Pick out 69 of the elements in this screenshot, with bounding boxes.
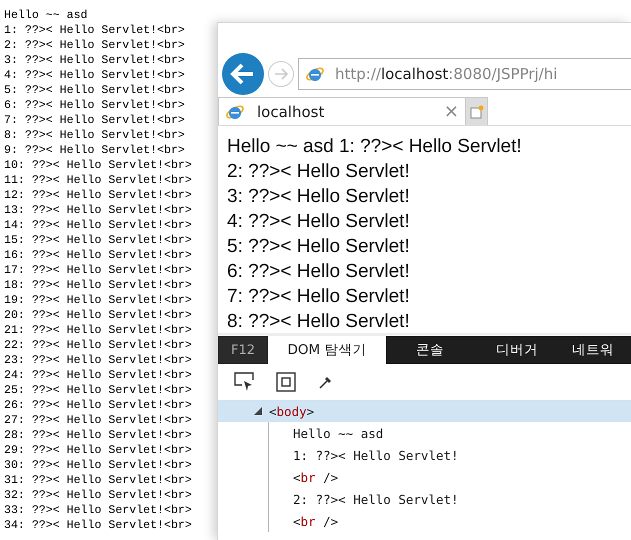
select-element-icon[interactable] [234, 372, 254, 392]
devtools-tab[interactable]: 디버거 [474, 336, 560, 364]
dom-tag: <br /> [293, 514, 338, 528]
output-line: 14: ??>< Hello Servlet!<br> [4, 218, 192, 233]
output-line: 2: ??>< Hello Servlet!<br> [4, 38, 185, 53]
output-line: 22: ??>< Hello Servlet!<br> [4, 338, 192, 353]
output-line: 28: ??>< Hello Servlet!<br> [4, 428, 192, 443]
expand-triangle-icon[interactable] [254, 407, 262, 415]
output-line: 13: ??>< Hello Servlet!<br> [4, 203, 192, 218]
page-text-line: Hello ~~ asd 1: ??>< Hello Servlet! [227, 135, 522, 159]
output-line: 20: ??>< Hello Servlet!<br> [4, 308, 192, 323]
output-line: Hello ~~ asd [4, 8, 88, 23]
output-line: 8: ??>< Hello Servlet!<br> [4, 128, 185, 143]
output-line: 11: ??>< Hello Servlet!<br> [4, 173, 192, 188]
dom-text-node[interactable]: Hello ~~ asd [293, 426, 384, 440]
dom-tree-row[interactable]: <br /> [269, 466, 631, 488]
output-line: 21: ??>< Hello Servlet!<br> [4, 323, 192, 338]
back-arrow-icon [230, 62, 256, 86]
output-line: 27: ??>< Hello Servlet!<br> [4, 413, 192, 428]
output-line: 4: ??>< Hello Servlet!<br> [4, 68, 185, 83]
devtools-tab[interactable]: 네트워 [560, 336, 626, 364]
output-line: 15: ??>< Hello Servlet!<br> [4, 233, 192, 248]
output-line: 32: ??>< Hello Servlet!<br> [4, 488, 192, 503]
browser-tab[interactable]: localhost × [218, 97, 466, 125]
dom-text-node[interactable]: 2: ??>< Hello Servlet! [293, 492, 459, 506]
page-text-line: 4: ??>< Hello Servlet! [227, 210, 410, 234]
output-line: 17: ??>< Hello Servlet!<br> [4, 263, 192, 278]
output-line: 10: ??>< Hello Servlet!<br> [4, 158, 192, 173]
address-field[interactable]: http://localhost:8080/JSPPrj/hi [298, 58, 631, 90]
output-line: 34: ??>< Hello Servlet!<br> [4, 518, 192, 533]
output-line: 25: ??>< Hello Servlet!<br> [4, 383, 192, 398]
output-line: 23: ??>< Hello Servlet!<br> [4, 353, 192, 368]
output-line: 19: ??>< Hello Servlet!<br> [4, 293, 192, 308]
dom-tag: <br /> [293, 470, 338, 484]
forward-arrow-icon [273, 67, 289, 81]
page-text-line: 2: ??>< Hello Servlet! [227, 160, 410, 184]
output-line: 24: ??>< Hello Servlet!<br> [4, 368, 192, 383]
devtools-tab[interactable]: 콘솔 [386, 336, 474, 364]
output-line: 9: ??>< Hello Servlet!<br> [4, 143, 185, 158]
output-line: 31: ??>< Hello Servlet!<br> [4, 473, 192, 488]
page-text-line: 3: ??>< Hello Servlet! [227, 185, 410, 209]
output-line: 30: ??>< Hello Servlet!<br> [4, 458, 192, 473]
devtools-tab[interactable]: DOM 탐색기 [268, 336, 386, 364]
dom-tag: <body> [269, 404, 314, 418]
output-line: 16: ??>< Hello Servlet!<br> [4, 248, 192, 263]
output-line: 18: ??>< Hello Servlet!<br> [4, 278, 192, 293]
new-tab-icon [470, 104, 484, 118]
output-line: 5: ??>< Hello Servlet!<br> [4, 83, 185, 98]
dom-tree-row[interactable]: <br /> [269, 510, 631, 532]
output-line: 1: ??>< Hello Servlet!<br> [4, 23, 185, 38]
page-text-line: 6: ??>< Hello Servlet! [227, 260, 410, 284]
output-line: 29: ??>< Hello Servlet!<br> [4, 443, 192, 458]
output-line: 3: ??>< Hello Servlet!<br> [4, 53, 185, 68]
page-text-line: 7: ??>< Hello Servlet! [227, 285, 410, 309]
dom-text-node[interactable]: 1: ??>< Hello Servlet! [293, 448, 459, 462]
f12-label: F12 [218, 336, 268, 364]
dom-tree-row[interactable]: <body> [218, 400, 631, 422]
close-tab-button[interactable]: × [444, 101, 465, 122]
box-model-icon[interactable] [276, 372, 296, 392]
eyedropper-icon[interactable] [318, 374, 334, 390]
output-line: 7: ??>< Hello Servlet!<br> [4, 113, 185, 128]
output-line: 26: ??>< Hello Servlet!<br> [4, 398, 192, 413]
new-tab-button[interactable] [466, 97, 488, 125]
output-line: 33: ??>< Hello Servlet!<br> [4, 503, 192, 518]
output-line: 6: ??>< Hello Servlet!<br> [4, 98, 185, 113]
page-text-line: 5: ??>< Hello Servlet! [227, 235, 410, 259]
back-button[interactable] [222, 53, 264, 95]
page-text-line: 8: ??>< Hello Servlet! [227, 310, 410, 333]
output-line: 12: ??>< Hello Servlet!<br> [4, 188, 192, 203]
